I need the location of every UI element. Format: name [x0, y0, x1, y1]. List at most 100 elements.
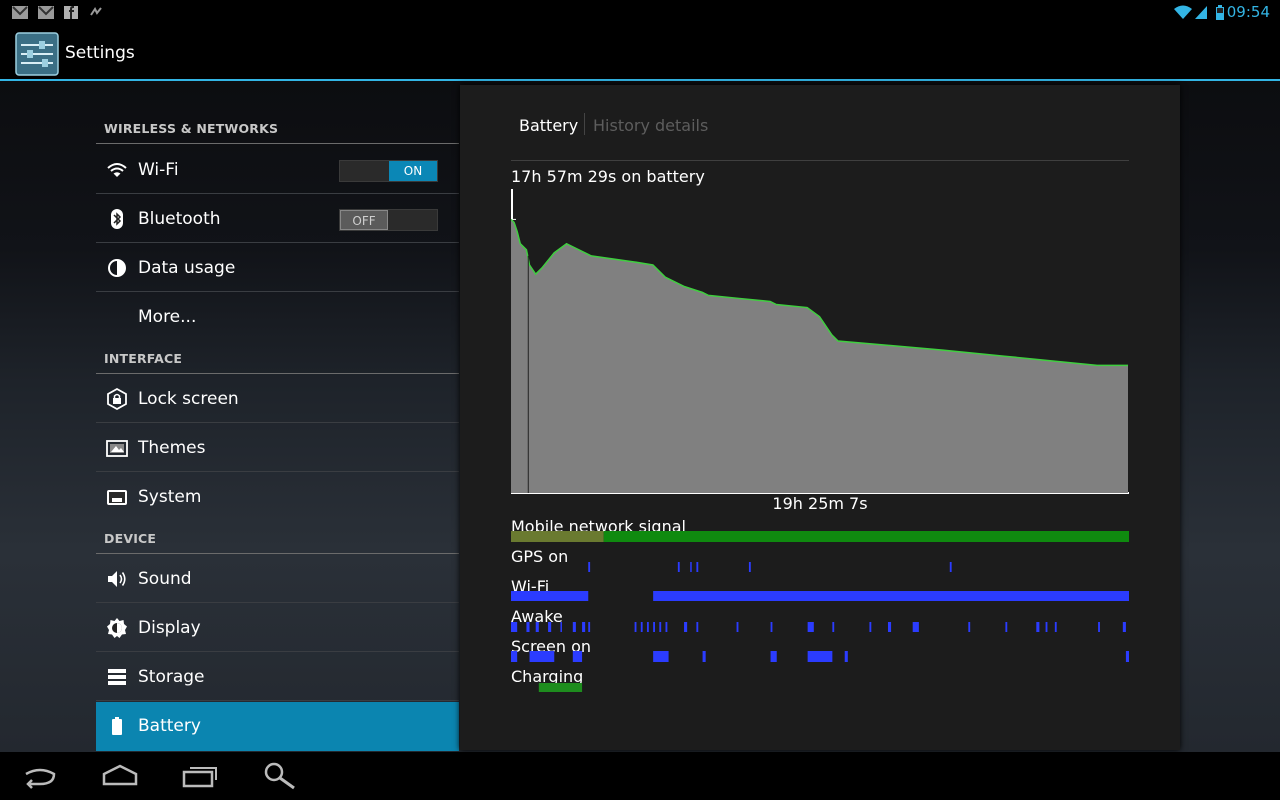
- track-segment: [665, 622, 668, 632]
- track-segment: [653, 591, 1129, 601]
- settings-item-wifi[interactable]: Wi-Fi ON: [96, 146, 459, 194]
- settings-item-label: Data usage: [138, 258, 236, 278]
- track-segment: [1005, 622, 1008, 632]
- battery-icon: [1216, 5, 1224, 20]
- settings-item-battery[interactable]: Battery: [96, 702, 459, 751]
- settings-item-label: Themes: [138, 438, 206, 458]
- chart-duration-label: 19h 25m 7s: [772, 494, 868, 513]
- tab-battery[interactable]: Battery: [519, 116, 578, 135]
- section-header-wireless: WIRELESS & NETWORKS: [104, 121, 279, 136]
- wifi-toggle[interactable]: ON: [339, 160, 438, 182]
- settings-item-lock-screen[interactable]: Lock screen: [96, 375, 459, 423]
- track-segment: [677, 562, 680, 572]
- track-segment: [653, 622, 655, 632]
- app-title: Settings: [65, 43, 135, 63]
- divider: [96, 291, 459, 292]
- settings-item-label: More...: [138, 307, 197, 327]
- bluetooth-toggle-state: OFF: [340, 210, 388, 230]
- tab-separator: [584, 113, 585, 135]
- track-segment: [1036, 622, 1040, 632]
- battery-panel: Battery History details 17h 57m 29s on b…: [460, 85, 1180, 750]
- section-divider: [96, 373, 459, 374]
- track-segment: [548, 622, 552, 632]
- wifi-icon: [1174, 5, 1192, 19]
- settings-app-icon[interactable]: [15, 32, 59, 76]
- navigation-bar: [0, 752, 1280, 800]
- divider: [96, 651, 459, 652]
- track-wifi: [511, 591, 1129, 601]
- section-divider: [96, 143, 459, 144]
- track-segment: [1122, 622, 1126, 632]
- search-button[interactable]: [260, 760, 300, 792]
- track-segment: [1054, 622, 1057, 632]
- track-segment: [640, 622, 643, 632]
- wifi-icon: [107, 163, 127, 177]
- track-segment: [702, 651, 706, 662]
- track-segment: [912, 622, 919, 632]
- track-segment: [968, 622, 971, 632]
- settings-item-sound[interactable]: Sound: [96, 555, 459, 603]
- settings-list: WIRELESS & NETWORKS Wi-Fi ON Bluetooth O…: [96, 81, 459, 752]
- track-segment: [511, 622, 518, 632]
- track-screen-on: [511, 651, 1129, 662]
- settings-item-label: Storage: [138, 667, 205, 687]
- divider: [96, 700, 459, 701]
- lock-icon: [107, 388, 127, 410]
- gmail-icon: [12, 6, 28, 19]
- divider: [96, 242, 459, 243]
- track-segment: [529, 651, 555, 662]
- settings-item-bluetooth[interactable]: Bluetooth OFF: [96, 195, 459, 243]
- settings-item-label: Battery: [138, 716, 201, 736]
- settings-item-label: Sound: [138, 569, 192, 589]
- track-segment: [807, 651, 833, 662]
- track-segment: [653, 651, 669, 662]
- settings-item-storage[interactable]: Storage: [96, 653, 459, 701]
- facebook-icon: [64, 6, 78, 19]
- settings-item-system[interactable]: System: [96, 473, 459, 519]
- track-segment: [869, 622, 872, 632]
- settings-item-more[interactable]: More...: [96, 293, 459, 339]
- settings-item-data-usage[interactable]: Data usage: [96, 244, 459, 292]
- bluetooth-icon: [111, 209, 123, 229]
- wifi-toggle-state: ON: [389, 161, 437, 181]
- track-segment: [511, 591, 589, 601]
- track-segment: [684, 622, 688, 632]
- recent-apps-button[interactable]: [180, 760, 220, 792]
- track-segment: [1125, 651, 1129, 662]
- bluetooth-toggle[interactable]: OFF: [339, 209, 438, 231]
- track-segment: [526, 622, 530, 632]
- track-segment: [770, 651, 777, 662]
- sync-icon: [90, 7, 102, 16]
- brightness-icon: [107, 618, 127, 638]
- back-button[interactable]: [20, 760, 60, 792]
- themes-icon: [106, 440, 128, 457]
- section-divider: [96, 553, 459, 554]
- status-bar: 09:54: [0, 0, 1280, 25]
- track-segment: [696, 622, 699, 632]
- track-segment: [646, 622, 649, 632]
- track-segment: [603, 531, 1129, 542]
- track-segment: [949, 562, 952, 572]
- action-bar: Settings: [0, 25, 1280, 79]
- track-segment: [832, 622, 835, 632]
- status-time: 09:54: [1226, 3, 1270, 21]
- track-segment: [634, 622, 637, 632]
- settings-item-display[interactable]: Display: [96, 604, 459, 652]
- track-segment: [511, 651, 518, 662]
- battery-icon: [112, 717, 122, 735]
- track-charging: [538, 683, 583, 692]
- section-header-device: DEVICE: [104, 531, 157, 546]
- track-segment: [572, 651, 583, 662]
- settings-item-themes[interactable]: Themes: [96, 424, 459, 472]
- tab-history-details[interactable]: History details: [593, 116, 708, 135]
- settings-item-label: Wi-Fi: [138, 160, 179, 180]
- tab-divider: [511, 160, 1129, 161]
- track-mobile-signal: [511, 531, 1129, 542]
- home-button[interactable]: [100, 760, 140, 792]
- track-segment: [1045, 622, 1048, 632]
- track-segment: [690, 562, 692, 572]
- speaker-icon: [108, 571, 126, 587]
- track-segment: [844, 651, 848, 662]
- track-segment: [538, 683, 583, 692]
- track-awake: [511, 622, 1126, 632]
